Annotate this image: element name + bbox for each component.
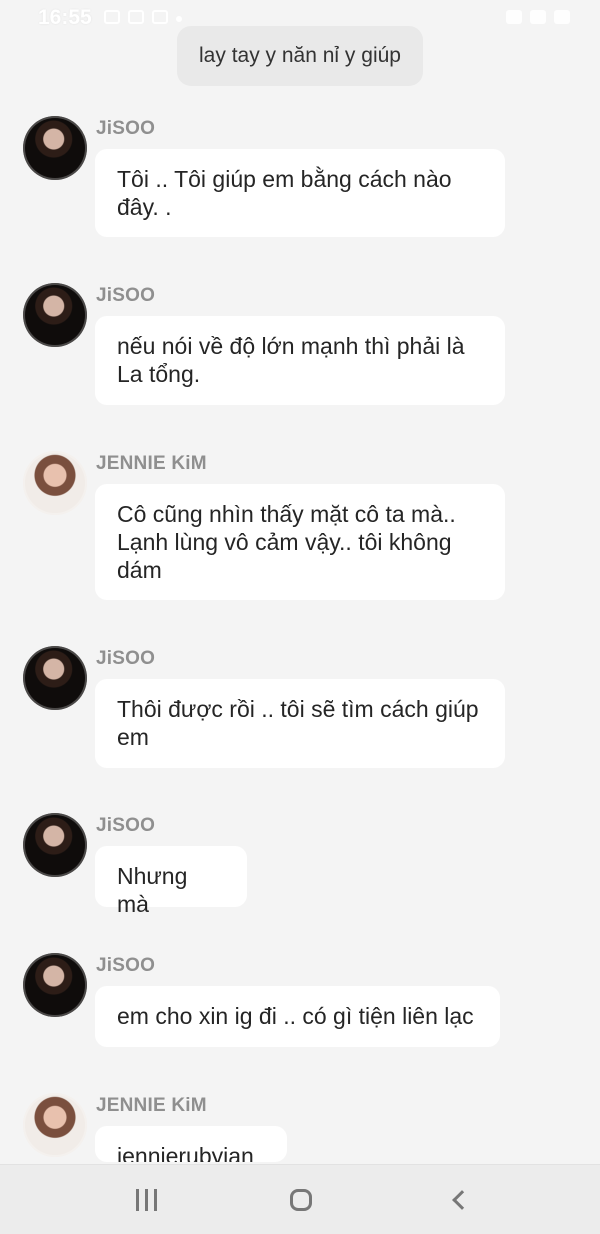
- signal-icon: [530, 10, 546, 24]
- message-bubble[interactable]: jennierubyjane: [95, 1126, 287, 1162]
- avatar[interactable]: [23, 1093, 87, 1157]
- notification-dot-icon: [176, 16, 182, 22]
- message-icon: [152, 10, 168, 24]
- message-bubble[interactable]: Thôi được rồi .. tôi sẽ tìm cách giúp em: [95, 679, 505, 768]
- battery-icon: [554, 10, 570, 24]
- message-bubble[interactable]: Tôi .. Tôi giúp em bằng cách nào đây. .: [95, 149, 505, 237]
- recent-apps-button[interactable]: [126, 1183, 166, 1217]
- back-icon: [452, 1190, 472, 1210]
- calendar-icon: [128, 10, 144, 24]
- message-bubble[interactable]: Nhưng mà: [95, 846, 247, 917]
- message-bubble[interactable]: Cô cũng nhìn thấy mặt cô ta mà.. Lạnh lù…: [95, 484, 505, 600]
- status-time: 16:55: [38, 6, 92, 29]
- sender-name: JENNIE KiM: [96, 453, 207, 474]
- home-button[interactable]: [281, 1183, 321, 1217]
- wifi-icon: [506, 10, 522, 24]
- avatar[interactable]: [23, 646, 87, 710]
- message-bubble[interactable]: nếu nói về độ lớn mạnh thì phải là La tổ…: [95, 316, 505, 405]
- image-icon: [104, 10, 120, 24]
- sender-name: JiSOO: [96, 118, 156, 139]
- back-button[interactable]: [438, 1183, 478, 1217]
- avatar[interactable]: [23, 953, 87, 1017]
- sender-name: JENNIE KiM: [96, 1095, 207, 1116]
- sender-name: JiSOO: [96, 648, 156, 669]
- sender-name: JiSOO: [96, 955, 156, 976]
- avatar[interactable]: [23, 283, 87, 347]
- home-icon: [290, 1189, 312, 1211]
- status-icons-right: [506, 10, 570, 24]
- status-icons-left: [104, 10, 182, 24]
- avatar[interactable]: [23, 813, 87, 877]
- avatar[interactable]: [23, 116, 87, 180]
- sender-name: JiSOO: [96, 815, 156, 836]
- avatar[interactable]: [23, 451, 87, 515]
- recent-apps-icon: [144, 1189, 148, 1211]
- message-bubble[interactable]: em cho xin ig đi .. có gì tiện liên lạc: [95, 986, 500, 1047]
- recent-apps-icon: [153, 1189, 157, 1211]
- navigation-bar: [0, 1164, 600, 1234]
- recent-apps-icon: [135, 1189, 139, 1211]
- sender-name: JiSOO: [96, 285, 156, 306]
- system-message: lay tay y năn nỉ y giúp: [177, 26, 423, 86]
